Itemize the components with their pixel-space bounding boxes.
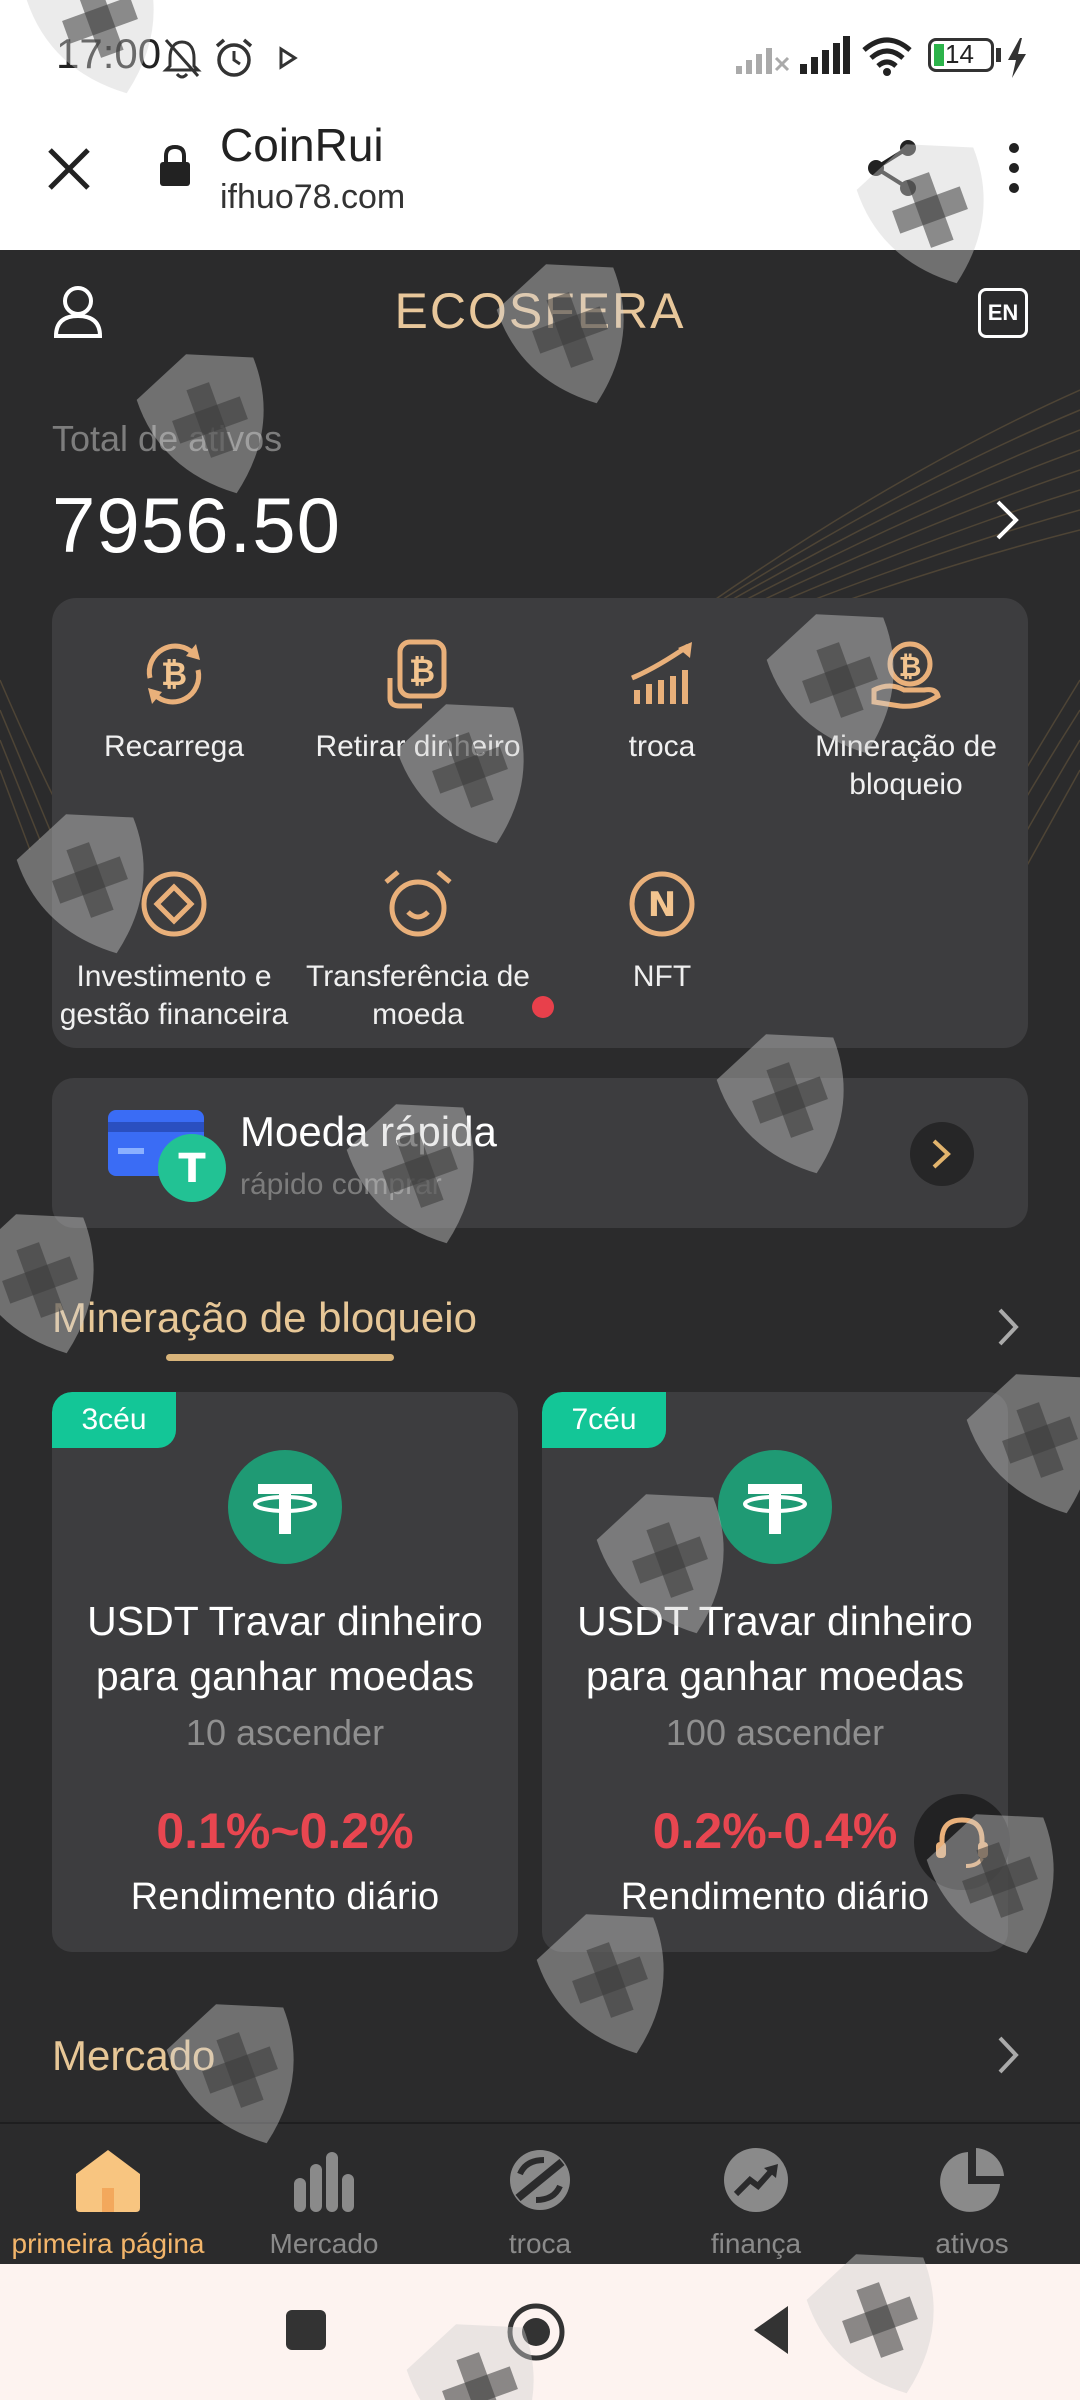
svg-text:T: T [178,1146,206,1192]
alarm-icon [215,38,253,77]
home-button[interactable] [506,2302,566,2362]
chevron-right-icon [932,1139,951,1169]
chevron-right-icon[interactable] [994,498,1020,542]
quick-coin-go-button[interactable] [910,1122,974,1186]
chevron-right-icon[interactable] [996,2034,1020,2076]
tab-label: ativos [935,2228,1009,2259]
mining-card[interactable]: 3céu USDT Travar dinheiro para ganhar mo… [52,1392,518,1952]
tab-market[interactable]: Mercado [216,2124,432,2266]
language-label: EN [987,300,1019,325]
notification-dot [532,996,554,1018]
action-recharge[interactable]: ₿ Recarrega [52,638,296,766]
action-withdraw[interactable]: ₿ Retirar dinheiro [296,638,540,766]
battery-icon: 14 [928,38,994,72]
bitcoin-recharge-icon: ₿ [146,643,202,705]
signal-icon [800,36,850,74]
period-badge: 7céu [542,1392,666,1448]
action-label: Recarrega [103,730,245,763]
wifi-icon [862,37,912,76]
investment-icon [141,871,207,937]
battery-tip [996,48,1001,62]
total-assets-label: Total de ativos [52,418,283,459]
lock-icon [160,144,190,186]
finance-icon [724,2148,788,2212]
share-icon[interactable] [864,138,920,198]
tab-label: Mercado [269,2228,379,2259]
customer-support-button[interactable] [914,1794,1010,1890]
card-title: USDT Travar dinheiro para ganhar moedas [577,1598,973,1699]
card-minimum: 10 ascender [185,1712,385,1753]
action-label: Transferência de moeda [305,960,530,1031]
exchange-icon [510,2150,570,2210]
bitcoin-withdraw-icon: ₿ [387,639,447,709]
card-minimum: 100 ascender [665,1712,885,1753]
market-section-title[interactable]: Mercado [52,2032,215,2080]
site-url[interactable]: ifhuo78.com [220,178,405,217]
quick-coin-banner[interactable]: T Moeda rápida rápido comprar [52,1078,1028,1228]
action-exchange[interactable]: troca [540,638,784,766]
back-button[interactable] [752,2304,792,2356]
tab-finance[interactable]: finança [648,2124,864,2266]
usdt-icon [228,1450,342,1564]
mining-section-title[interactable]: Mineração de bloqueio [52,1294,477,1342]
mute-icon [162,39,202,79]
total-assets-value: 7956.50 [52,481,341,569]
home-icon [76,2150,140,2212]
tab-exchange[interactable]: troca [432,2124,648,2266]
svg-text:₿: ₿ [161,655,187,693]
language-button[interactable]: EN [978,288,1028,338]
svg-text:₿: ₿ [409,652,435,690]
action-nft[interactable]: N NFT [540,868,784,996]
card-title: USDT Travar dinheiro para ganhar moedas [87,1598,483,1699]
action-label: Mineração de bloqueio [815,730,997,801]
action-investment[interactable]: Investimento e gestão financeira [52,868,296,1034]
period-badge: 3céu [52,1392,176,1448]
app-title: ECOSFERA [394,283,686,339]
transfer-clock-icon [384,870,452,937]
action-lock-mining[interactable]: ₿ Mineração de bloqueio [784,638,1028,804]
tab-label: finança [710,2228,802,2259]
tab-assets[interactable]: ativos [864,2124,1080,2266]
svg-text:N: N [648,885,676,925]
tab-home[interactable]: primeira página [0,2124,216,2266]
pie-chart-icon [940,2148,1004,2212]
clock: 17:00 [56,30,162,77]
headset-icon [936,1817,988,1868]
action-label: Retirar dinheiro [315,730,521,763]
tab-label: primeira página [11,2228,205,2259]
action-transfer[interactable]: Transferência de moeda [296,868,540,1034]
close-icon[interactable] [46,146,92,192]
recents-button[interactable] [286,2310,326,2350]
action-label: troca [628,730,696,763]
bitcoin-mining-icon: ₿ [871,641,941,709]
quick-coin-subtitle: rápido comprar [240,1168,442,1201]
bottom-tab-bar: primeira página Mercado troca finança at… [0,2122,1080,2266]
action-label: NFT [632,960,692,993]
site-title: CoinRui [220,119,384,171]
actions-panel: ₿ Recarrega ₿ Retirar dinheiro troca ₿ M… [52,598,1028,1048]
trend-chart-icon [631,642,692,704]
tab-label: troca [508,2228,572,2259]
system-navigation-bar [0,2264,1080,2400]
chevron-right-icon[interactable] [996,1306,1020,1348]
daily-rate: 0.1%~0.2% [156,1803,414,1859]
status-bar: 17:00 14 [0,0,1080,118]
tab-underline [166,1354,394,1361]
quick-coin-title: Moeda rápida [240,1108,497,1155]
card-usdt-icon: T [108,1110,226,1202]
play-icon [279,46,298,70]
more-icon[interactable] [1004,140,1024,196]
battery-level: 14 [945,39,974,69]
bar-chart-icon [294,2152,354,2212]
no-signal-icon [736,48,790,74]
charging-icon [1008,38,1026,78]
svg-text:₿: ₿ [899,650,922,683]
daily-rate-label: Rendimento diário [130,1876,440,1918]
nft-icon: N [629,871,695,937]
action-label: Investimento e gestão financeira [59,960,289,1031]
usdt-icon [718,1450,832,1564]
